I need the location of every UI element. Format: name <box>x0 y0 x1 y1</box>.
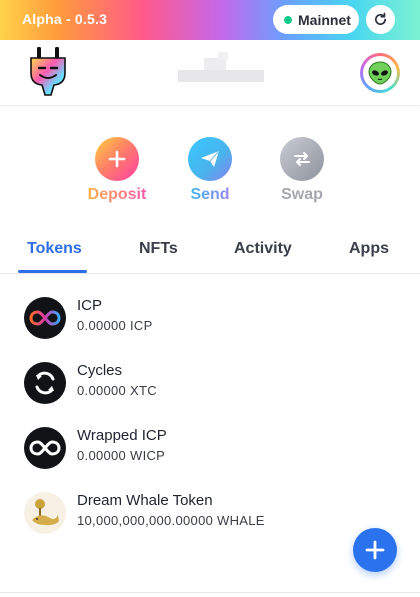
header <box>0 40 420 106</box>
active-tab-indicator <box>18 270 87 273</box>
tab-tokens[interactable]: Tokens <box>27 240 82 258</box>
version-label: Alpha - 0.5.3 <box>22 11 108 27</box>
whale-icon <box>24 492 66 534</box>
plus-icon <box>108 150 126 168</box>
tab-nfts[interactable]: NFTs <box>139 240 178 258</box>
refresh-icon <box>375 12 387 25</box>
tab-bar: Tokens NFTs Activity Apps <box>0 226 420 274</box>
token-row-cycles[interactable]: Cycles 0.00000 XTC <box>0 354 420 410</box>
paper-plane-icon <box>201 150 220 167</box>
cycles-icon <box>24 362 66 404</box>
wicp-infinity-icon <box>24 427 66 469</box>
plug-logo-icon <box>30 47 66 96</box>
swap-arrows-icon <box>294 152 310 166</box>
token-amount: 0.00000 ICP <box>77 318 153 333</box>
account-avatar[interactable] <box>360 53 400 93</box>
tab-apps[interactable]: Apps <box>349 240 389 258</box>
swap-button[interactable]: Swap <box>272 137 332 204</box>
swap-circle <box>280 137 324 181</box>
bottom-divider <box>0 592 420 593</box>
top-bar: Alpha - 0.5.3 Mainnet <box>0 0 420 40</box>
token-row-wicp[interactable]: Wrapped ICP 0.00000 WICP <box>0 419 420 475</box>
deposit-circle <box>95 137 139 181</box>
token-name: ICP <box>77 297 103 314</box>
add-token-plus-icon <box>365 540 385 560</box>
network-selector[interactable]: Mainnet <box>273 5 359 34</box>
token-name: Dream Whale Token <box>77 492 213 509</box>
token-amount: 10,000,000,000.00000 WHALE <box>77 513 265 528</box>
refresh-button[interactable] <box>366 5 395 34</box>
network-label: Mainnet <box>298 11 351 28</box>
token-amount: 0.00000 WICP <box>77 448 166 463</box>
send-label: Send <box>190 186 230 203</box>
token-row-whale[interactable]: Dream Whale Token 10,000,000,000.00000 W… <box>0 484 420 540</box>
icp-infinity-icon <box>24 297 66 339</box>
tab-activity[interactable]: Activity <box>234 240 292 258</box>
add-token-button[interactable] <box>353 528 397 572</box>
network-status-dot <box>284 15 292 24</box>
alien-avatar-icon <box>368 61 392 85</box>
send-circle <box>188 137 232 181</box>
send-button[interactable]: Send <box>180 137 240 204</box>
account-name-blurred[interactable] <box>178 52 264 90</box>
deposit-button[interactable]: Deposit <box>87 137 147 204</box>
token-name: Cycles <box>77 362 123 379</box>
token-name: Wrapped ICP <box>77 427 167 444</box>
deposit-label: Deposit <box>87 186 147 203</box>
token-amount: 0.00000 XTC <box>77 383 157 398</box>
swap-label: Swap <box>281 186 323 203</box>
token-row-icp[interactable]: ICP 0.00000 ICP <box>0 289 420 345</box>
